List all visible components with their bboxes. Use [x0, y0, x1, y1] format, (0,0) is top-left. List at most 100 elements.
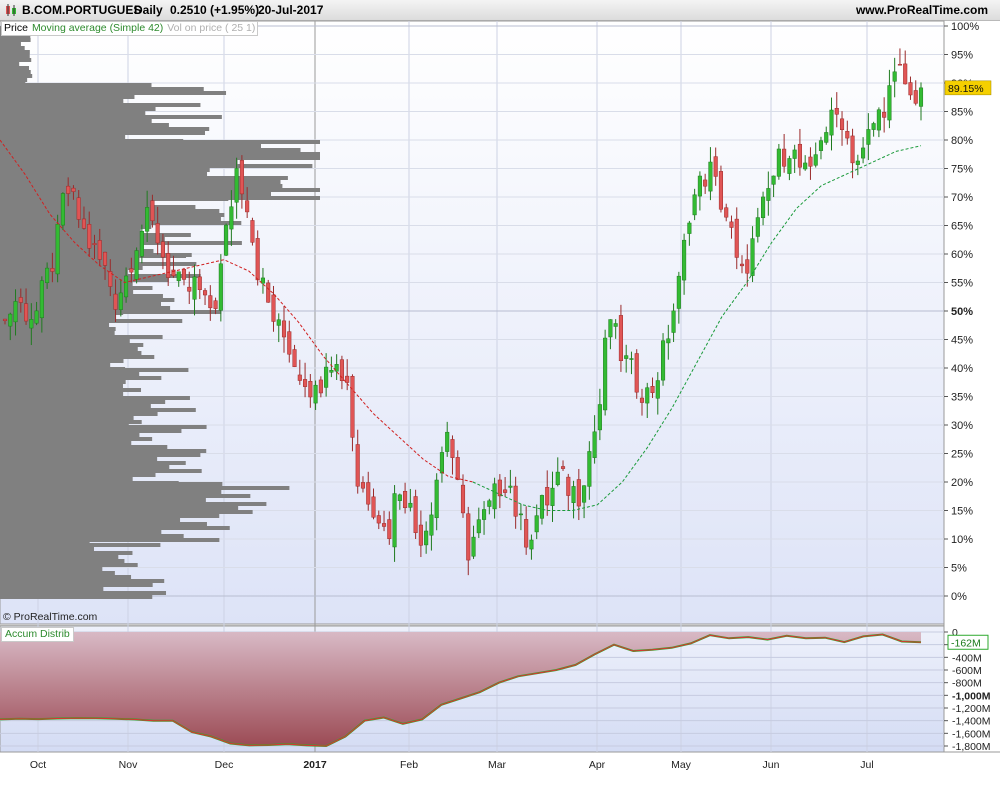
- y-tick-label: 100%: [951, 21, 979, 33]
- candle-up: [876, 109, 881, 131]
- volume-profile-bar: [0, 453, 201, 457]
- volume-profile-bar: [0, 127, 210, 131]
- candle-down: [903, 63, 908, 85]
- candle-down: [197, 276, 202, 290]
- volume-profile-bar: [0, 274, 201, 278]
- volume-profile-bar: [0, 107, 156, 111]
- candle-up: [487, 500, 492, 507]
- candle-up: [539, 495, 545, 519]
- volume-profile-bar: [0, 95, 135, 99]
- y-tick-label: 15%: [951, 506, 973, 518]
- legend-moving-average[interactable]: Moving average (Simple 42): [30, 22, 165, 34]
- candle-down: [503, 489, 508, 493]
- candle-up: [861, 147, 866, 159]
- candle-up: [476, 519, 481, 534]
- volume-profile-bar: [0, 473, 156, 477]
- candle-down: [376, 515, 381, 524]
- candle-up: [676, 275, 681, 309]
- candle-up: [29, 319, 34, 329]
- volume-profile-bar: [0, 465, 170, 469]
- x-tick-label: Jul: [860, 759, 873, 771]
- volume-profile-bar: [0, 266, 143, 270]
- chart-canvas[interactable]: Oct Nov Dec 2017 Feb Mar Apr May Jun Jul 0% 5% 10% 15…: [0, 0, 1000, 800]
- legend-price[interactable]: Price: [2, 22, 30, 34]
- volume-profile-bar: [0, 144, 261, 148]
- volume-profile-bar: [0, 384, 123, 388]
- y-tick-label: 55%: [951, 278, 973, 290]
- volume-profile-bar: [0, 62, 20, 66]
- candle-down: [403, 490, 408, 509]
- indicator-y-tick-label: -800M: [952, 678, 982, 690]
- volume-profile-bar: [0, 469, 202, 473]
- volume-profile-bar: [0, 347, 138, 351]
- candle-up: [813, 154, 818, 166]
- volume-profile-bar: [0, 481, 179, 485]
- candle-up: [660, 340, 666, 381]
- volume-profile-bar: [0, 595, 153, 599]
- candle-down: [371, 496, 376, 518]
- volume-profile-bar: [0, 233, 191, 237]
- candle-down: [181, 269, 187, 280]
- volume-profile-bar: [0, 534, 184, 538]
- volume-profile-bar: [0, 449, 207, 453]
- candle-down: [797, 143, 802, 168]
- x-tick-label: Jun: [763, 759, 780, 771]
- legend-volume-on-price[interactable]: Vol on price ( 25 1): [165, 22, 257, 34]
- candle-up: [434, 479, 439, 519]
- candle-down: [213, 300, 218, 309]
- volume-profile-bar: [0, 498, 206, 502]
- candle-up: [892, 71, 897, 82]
- indicator-y-tick-label: -1,800M: [952, 741, 991, 753]
- volume-profile-bar: [0, 115, 222, 119]
- candle-down: [208, 295, 213, 309]
- volume-profile-bar: [0, 359, 124, 363]
- candle-up: [771, 175, 776, 185]
- candle-down: [782, 148, 787, 167]
- indicator-title[interactable]: Accum Distrib: [1, 627, 74, 642]
- candle-up: [276, 319, 281, 326]
- candle-down: [92, 243, 97, 245]
- candle-up: [439, 452, 444, 474]
- candle-up: [324, 366, 329, 388]
- volume-profile-bar: [0, 335, 163, 339]
- candle-up: [918, 87, 924, 107]
- candle-down: [639, 397, 645, 403]
- candle-down: [834, 107, 839, 115]
- y-tick-label: 70%: [951, 192, 973, 204]
- candle-down: [418, 524, 423, 546]
- candle-down: [50, 268, 55, 272]
- volume-profile-bar: [0, 91, 227, 95]
- volume-profile-bar: [0, 294, 163, 298]
- last-price-label: 89.15%: [948, 83, 984, 95]
- x-tick-label: Oct: [30, 759, 46, 771]
- y-tick-label: 45%: [951, 335, 973, 347]
- candle-down: [387, 519, 392, 539]
- volume-profile-bar: [0, 404, 151, 408]
- volume-profile-bar: [0, 380, 126, 384]
- volume-profile-bar: [0, 530, 162, 534]
- volume-profile-bar: [0, 38, 31, 42]
- candle-up: [766, 188, 771, 201]
- candle-down: [808, 156, 813, 167]
- candle-up: [329, 369, 334, 373]
- candle-down: [724, 207, 729, 218]
- volume-profile-bar: [0, 343, 144, 347]
- candle-up: [755, 217, 760, 237]
- candle-down: [113, 293, 118, 310]
- volume-profile-bar: [0, 139, 184, 143]
- indicator-y-tick-label: -1,600M: [952, 728, 991, 740]
- candle-up: [145, 207, 150, 232]
- volume-profile-bar: [0, 571, 115, 575]
- candle-up: [587, 451, 592, 487]
- candle-up: [887, 85, 892, 121]
- volume-profile-bar: [0, 486, 290, 490]
- volume-profile-bar: [0, 587, 104, 591]
- volume-profile-bar: [0, 119, 152, 123]
- candle-down: [745, 259, 750, 274]
- volume-profile-bar: [0, 50, 30, 54]
- candle-up: [555, 471, 560, 485]
- volume-profile-bar: [0, 518, 181, 522]
- volume-profile-bar: [0, 433, 140, 437]
- volume-profile-bar: [0, 408, 196, 412]
- candle-up: [408, 502, 413, 508]
